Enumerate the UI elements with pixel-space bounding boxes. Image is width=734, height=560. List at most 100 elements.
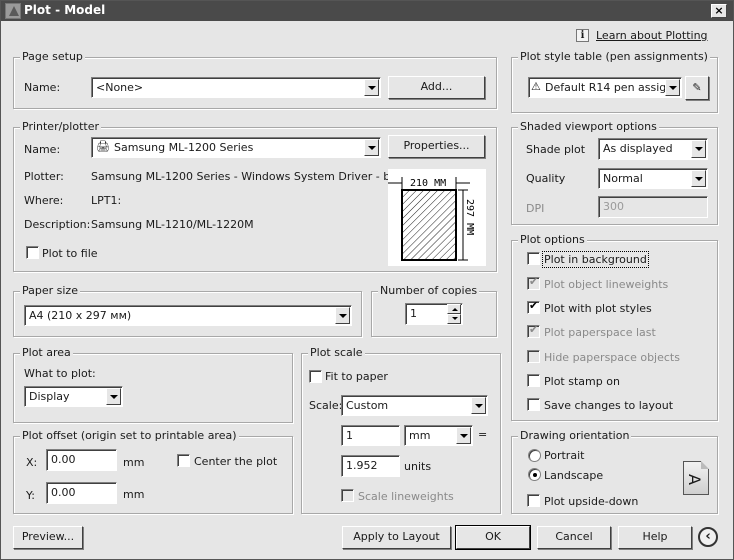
scale-units-input[interactable]: 1.952 xyxy=(341,455,400,477)
chevron-down-icon[interactable] xyxy=(665,79,680,96)
chevron-down-icon[interactable] xyxy=(456,427,471,444)
description-label: Description: xyxy=(24,218,91,231)
landscape-radio[interactable] xyxy=(528,468,541,481)
plot-upside-down-checkbox[interactable] xyxy=(527,494,540,507)
plot-object-lineweights-checkbox[interactable] xyxy=(527,275,540,290)
properties-button[interactable]: Properties... xyxy=(388,135,485,158)
where-label: Where: xyxy=(24,194,64,207)
plot-area-legend: Plot area xyxy=(20,346,73,359)
what-to-plot-value: Display xyxy=(29,390,70,403)
where-value: LPT1: xyxy=(91,194,122,207)
equals-icon: = xyxy=(478,428,488,441)
spin-down-icon[interactable] xyxy=(447,314,461,324)
shade-plot-select[interactable]: As displayed xyxy=(598,138,708,160)
offset-x-label: X: xyxy=(26,456,38,469)
chevron-down-icon[interactable] xyxy=(691,140,706,158)
dpi-label: DPI xyxy=(526,202,545,215)
landscape-page-icon: A xyxy=(683,461,709,495)
plot-options-legend: Plot options xyxy=(518,233,587,246)
plot-paperspace-last-label: Plot paperspace last xyxy=(544,326,656,339)
plot-to-file-checkbox[interactable] xyxy=(26,246,39,259)
paper-size-legend: Paper size xyxy=(20,284,80,297)
hide-paperspace-objects-label: Hide paperspace objects xyxy=(544,351,680,364)
chevron-down-icon[interactable] xyxy=(106,388,121,405)
save-changes-to-layout-checkbox[interactable] xyxy=(527,398,540,411)
scale-unit-value: mm xyxy=(409,429,431,442)
printer-name-select[interactable]: 🖨 Samsung ML-1200 Series xyxy=(91,137,381,158)
save-changes-to-layout-label: Save changes to layout xyxy=(544,399,674,412)
page-setup-name-select[interactable]: <None> xyxy=(91,77,381,98)
scale-unit-select[interactable]: mm xyxy=(404,425,473,446)
what-to-plot-label: What to plot: xyxy=(24,367,96,380)
fit-to-paper-checkbox[interactable] xyxy=(309,370,322,383)
offset-x-input[interactable]: 0.00 xyxy=(46,449,117,471)
edit-plot-style-button[interactable]: ✎ xyxy=(685,76,709,100)
paper-preview-drawing: 210 MM 297 MM xyxy=(388,177,475,261)
quality-label: Quality xyxy=(526,172,566,185)
plot-stamp-on-label: Plot stamp on xyxy=(544,375,620,388)
copies-legend: Number of copies xyxy=(378,284,480,297)
paper-size-select[interactable]: A4 (210 x 297 мм) xyxy=(24,305,352,326)
learn-about-plotting-link[interactable]: Learn about Plotting xyxy=(596,29,708,42)
cancel-button[interactable]: Cancel xyxy=(537,526,611,549)
ok-button[interactable]: OK xyxy=(455,525,531,550)
plot-style-table-legend: Plot style table (pen assignments) xyxy=(518,50,710,63)
plot-style-table-select[interactable]: ⚠ Default R14 pen assignn xyxy=(528,77,682,98)
apply-to-layout-button[interactable]: Apply to Layout xyxy=(342,526,451,549)
printer-plotter-legend: Printer/plotter xyxy=(20,120,101,133)
window-title: Plot - Model xyxy=(24,3,106,17)
center-plot-checkbox[interactable] xyxy=(177,454,190,467)
portrait-radio[interactable] xyxy=(528,449,541,462)
plot-stamp-on-checkbox[interactable] xyxy=(527,374,540,387)
chevron-down-icon[interactable] xyxy=(364,139,379,156)
preview-button[interactable]: Preview... xyxy=(13,526,83,549)
plot-with-plot-styles-label: Plot with plot styles xyxy=(544,302,652,315)
scale-numerator-input[interactable]: 1 xyxy=(341,425,400,446)
pencil-icon: ✎ xyxy=(692,81,702,94)
printer-name-label: Name: xyxy=(24,143,61,156)
chevron-down-icon[interactable] xyxy=(691,170,706,187)
scale-value: Custom xyxy=(346,399,389,412)
dpi-input[interactable]: 300 xyxy=(598,196,708,218)
fit-to-paper-label: Fit to paper xyxy=(325,370,388,383)
scale-lineweights-label: Scale lineweights xyxy=(358,490,454,503)
plot-in-background-checkbox[interactable] xyxy=(527,252,540,265)
what-to-plot-select[interactable]: Display xyxy=(24,386,123,407)
units-label: units xyxy=(404,460,432,473)
plot-to-file-label: Plot to file xyxy=(42,247,98,260)
paper-preview: 210 MM 297 MM xyxy=(388,169,486,266)
landscape-label: Landscape xyxy=(544,469,604,482)
chevron-down-icon[interactable] xyxy=(364,79,379,96)
scale-lineweights-checkbox[interactable] xyxy=(341,489,354,502)
offset-y-input[interactable]: 0.00 xyxy=(46,482,117,504)
add-page-setup-button[interactable]: Add... xyxy=(388,76,485,99)
plot-paperspace-last-checkbox[interactable] xyxy=(527,323,540,338)
preview-width-label: 210 MM xyxy=(410,178,446,189)
printer-icon: 🖨 xyxy=(96,140,110,153)
autocad-app-icon xyxy=(5,3,21,19)
chevron-down-icon[interactable] xyxy=(471,397,486,414)
hide-paperspace-objects-checkbox[interactable] xyxy=(527,350,540,363)
copies-stepper[interactable] xyxy=(447,304,461,324)
help-button[interactable]: Help xyxy=(618,526,692,549)
shaded-viewport-legend: Shaded viewport options xyxy=(518,120,659,133)
plot-dialog: Plot - Model × i Learn about Plotting Pa… xyxy=(0,0,734,560)
plot-in-background-label: Plot in background xyxy=(542,251,649,268)
scale-label: Scale: xyxy=(309,399,343,412)
plot-object-lineweights-label: Plot object lineweights xyxy=(544,278,669,291)
spin-up-icon[interactable] xyxy=(447,304,461,314)
offset-x-unit: mm xyxy=(123,456,145,469)
info-icon: i xyxy=(576,29,589,42)
collapse-options-icon[interactable]: ‹ xyxy=(698,527,718,547)
plot-style-table-value: Default R14 pen assignn xyxy=(545,81,681,94)
page-setup-name-value: <None> xyxy=(96,81,144,94)
scale-select[interactable]: Custom xyxy=(341,395,488,416)
chevron-down-icon[interactable] xyxy=(335,307,350,324)
plot-with-plot-styles-checkbox[interactable] xyxy=(527,299,540,314)
drawing-orientation-legend: Drawing orientation xyxy=(518,429,632,442)
close-button[interactable]: × xyxy=(711,4,727,18)
quality-select[interactable]: Normal xyxy=(598,168,708,189)
paper-size-value: A4 (210 x 297 мм) xyxy=(29,309,132,322)
preview-height-label: 297 MM xyxy=(464,199,475,235)
warning-icon: ⚠ xyxy=(531,80,541,93)
